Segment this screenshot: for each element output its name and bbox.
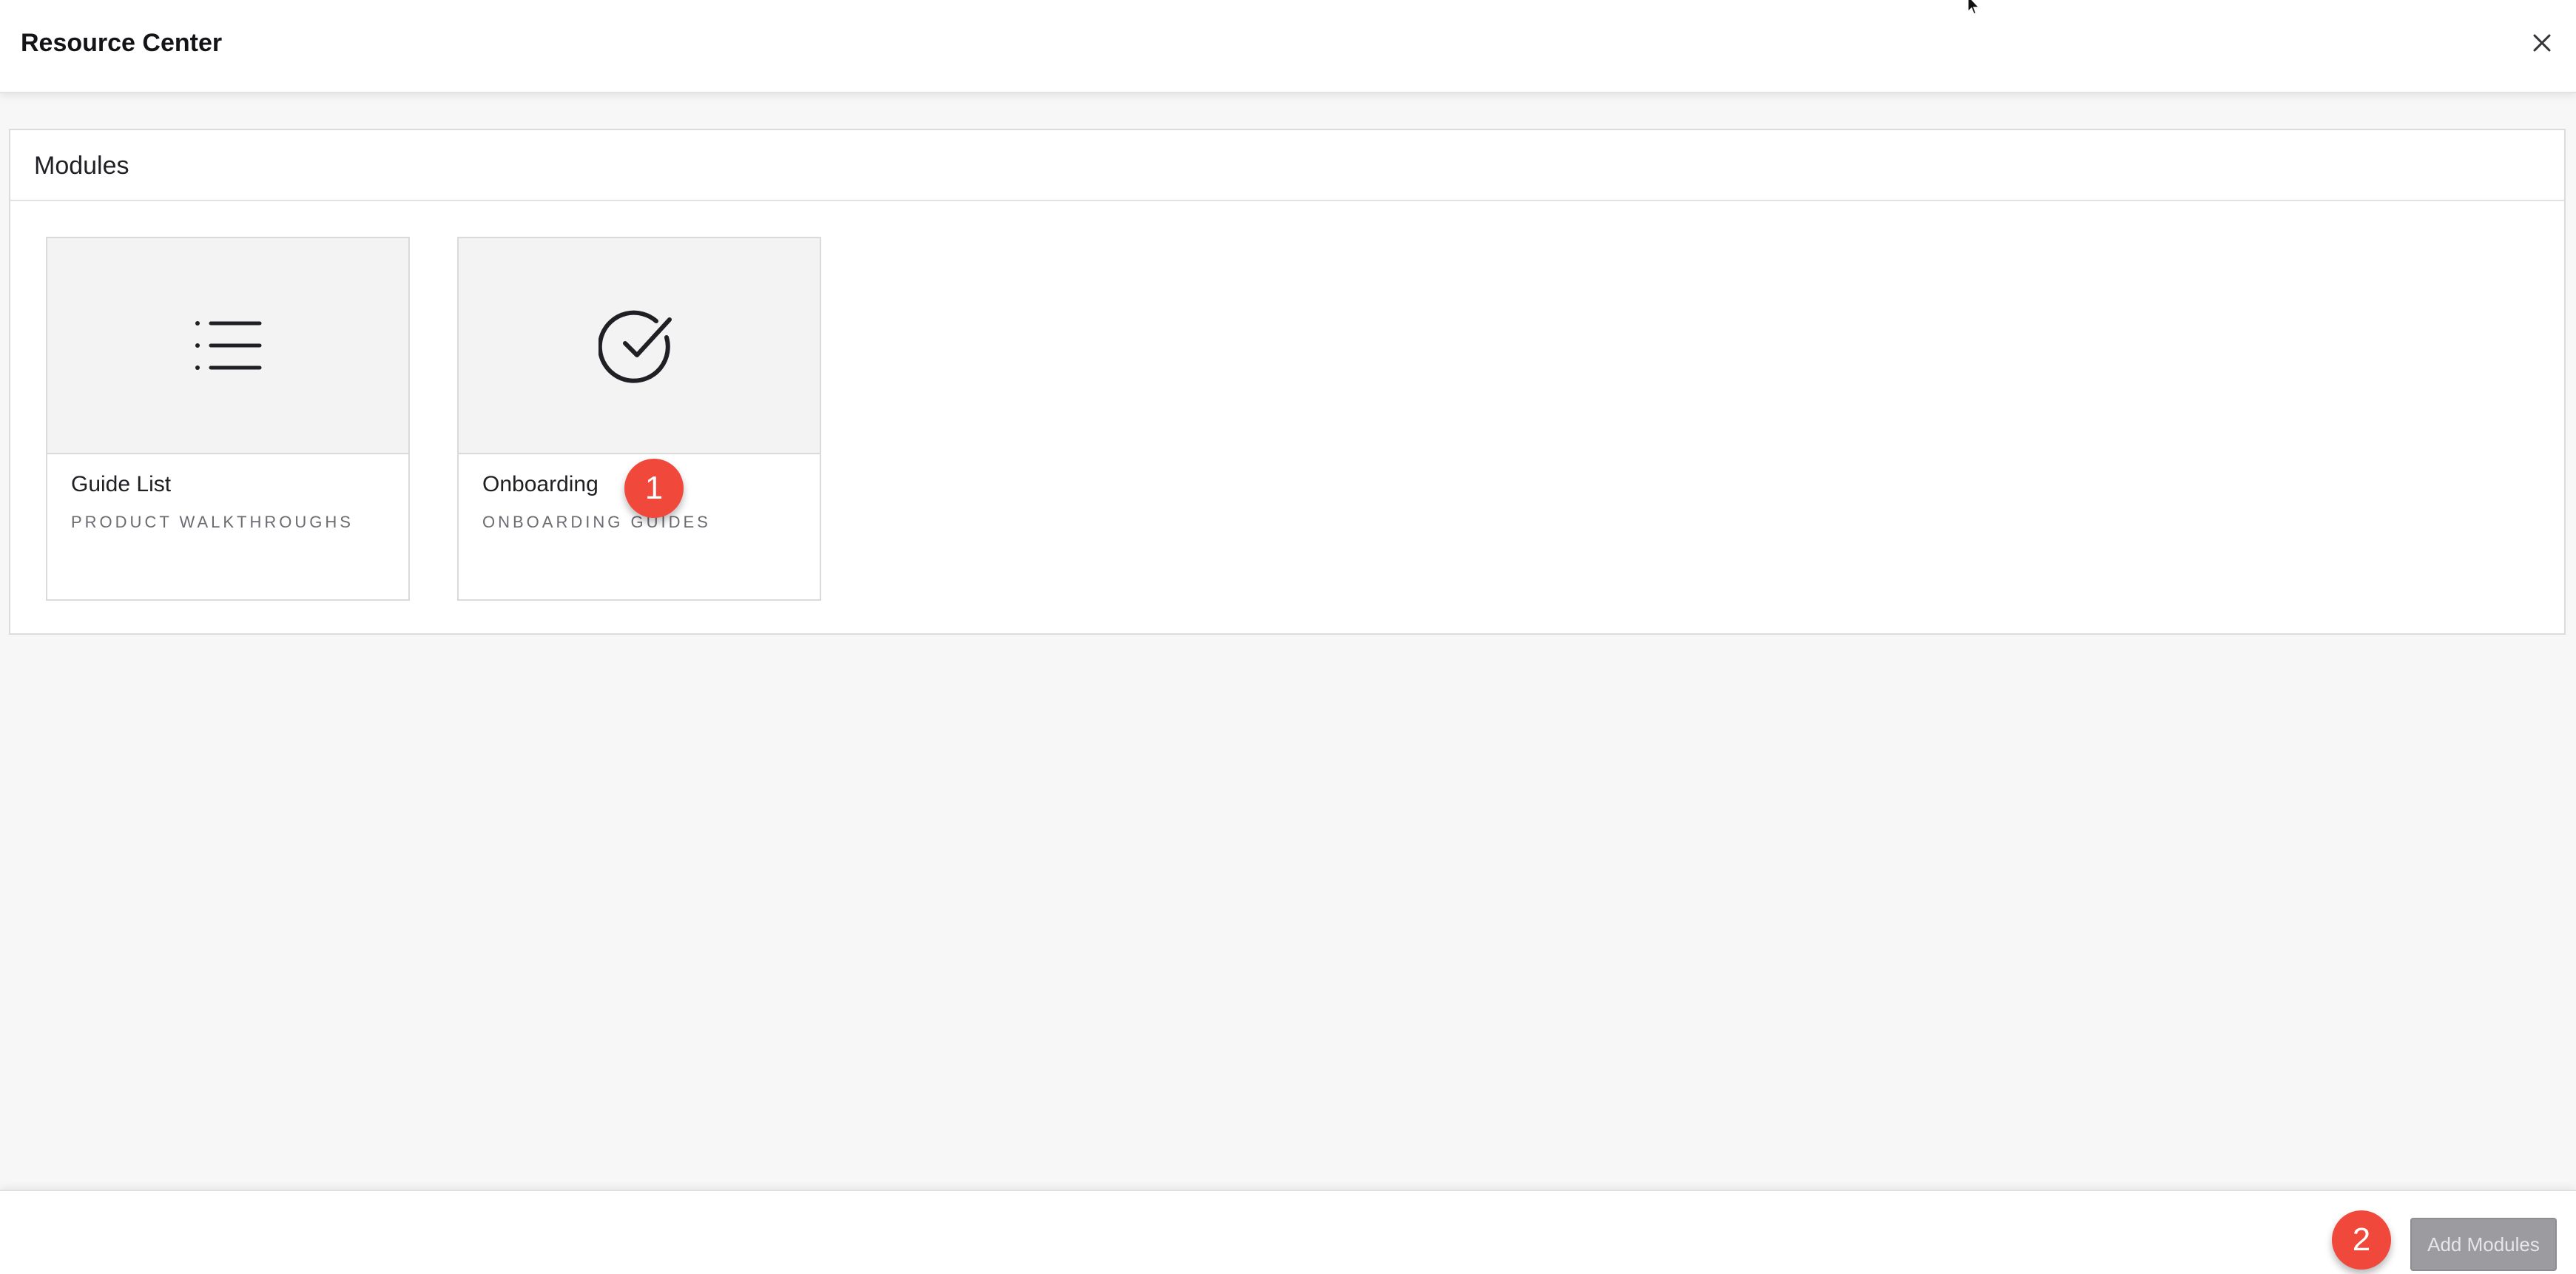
mouse-cursor-icon	[1965, 0, 1983, 18]
resource-center-header: Resource Center	[0, 0, 2576, 93]
card-subtitle: PRODUCT WALKTHROUGHS	[71, 513, 354, 531]
card-title: Onboarding	[482, 472, 599, 496]
modules-title: Modules	[34, 152, 129, 180]
check-circle-icon	[599, 310, 672, 383]
footer-bar: Add Modules	[0, 1190, 2576, 1274]
step-badge-2: 2	[2332, 1210, 2391, 1270]
modules-panel: Modules Guide List PRODUCT WALKTHROUGHS …	[9, 129, 2566, 635]
page-title: Resource Center	[21, 29, 223, 57]
close-icon	[2533, 34, 2551, 52]
card-title: Guide List	[71, 472, 172, 496]
add-modules-button[interactable]: Add Modules	[2410, 1218, 2557, 1271]
modules-header: Modules	[10, 130, 2564, 201]
card-thumbnail	[47, 238, 408, 454]
step-badge-1: 1	[624, 459, 684, 518]
close-button[interactable]	[2524, 25, 2560, 61]
list-icon	[195, 321, 262, 370]
module-card-onboarding[interactable]: Onboarding ONBOARDING GUIDES	[457, 237, 821, 601]
card-subtitle: ONBOARDING GUIDES	[482, 513, 711, 531]
module-card-guide-list[interactable]: Guide List PRODUCT WALKTHROUGHS	[46, 237, 410, 601]
card-thumbnail	[459, 238, 820, 454]
